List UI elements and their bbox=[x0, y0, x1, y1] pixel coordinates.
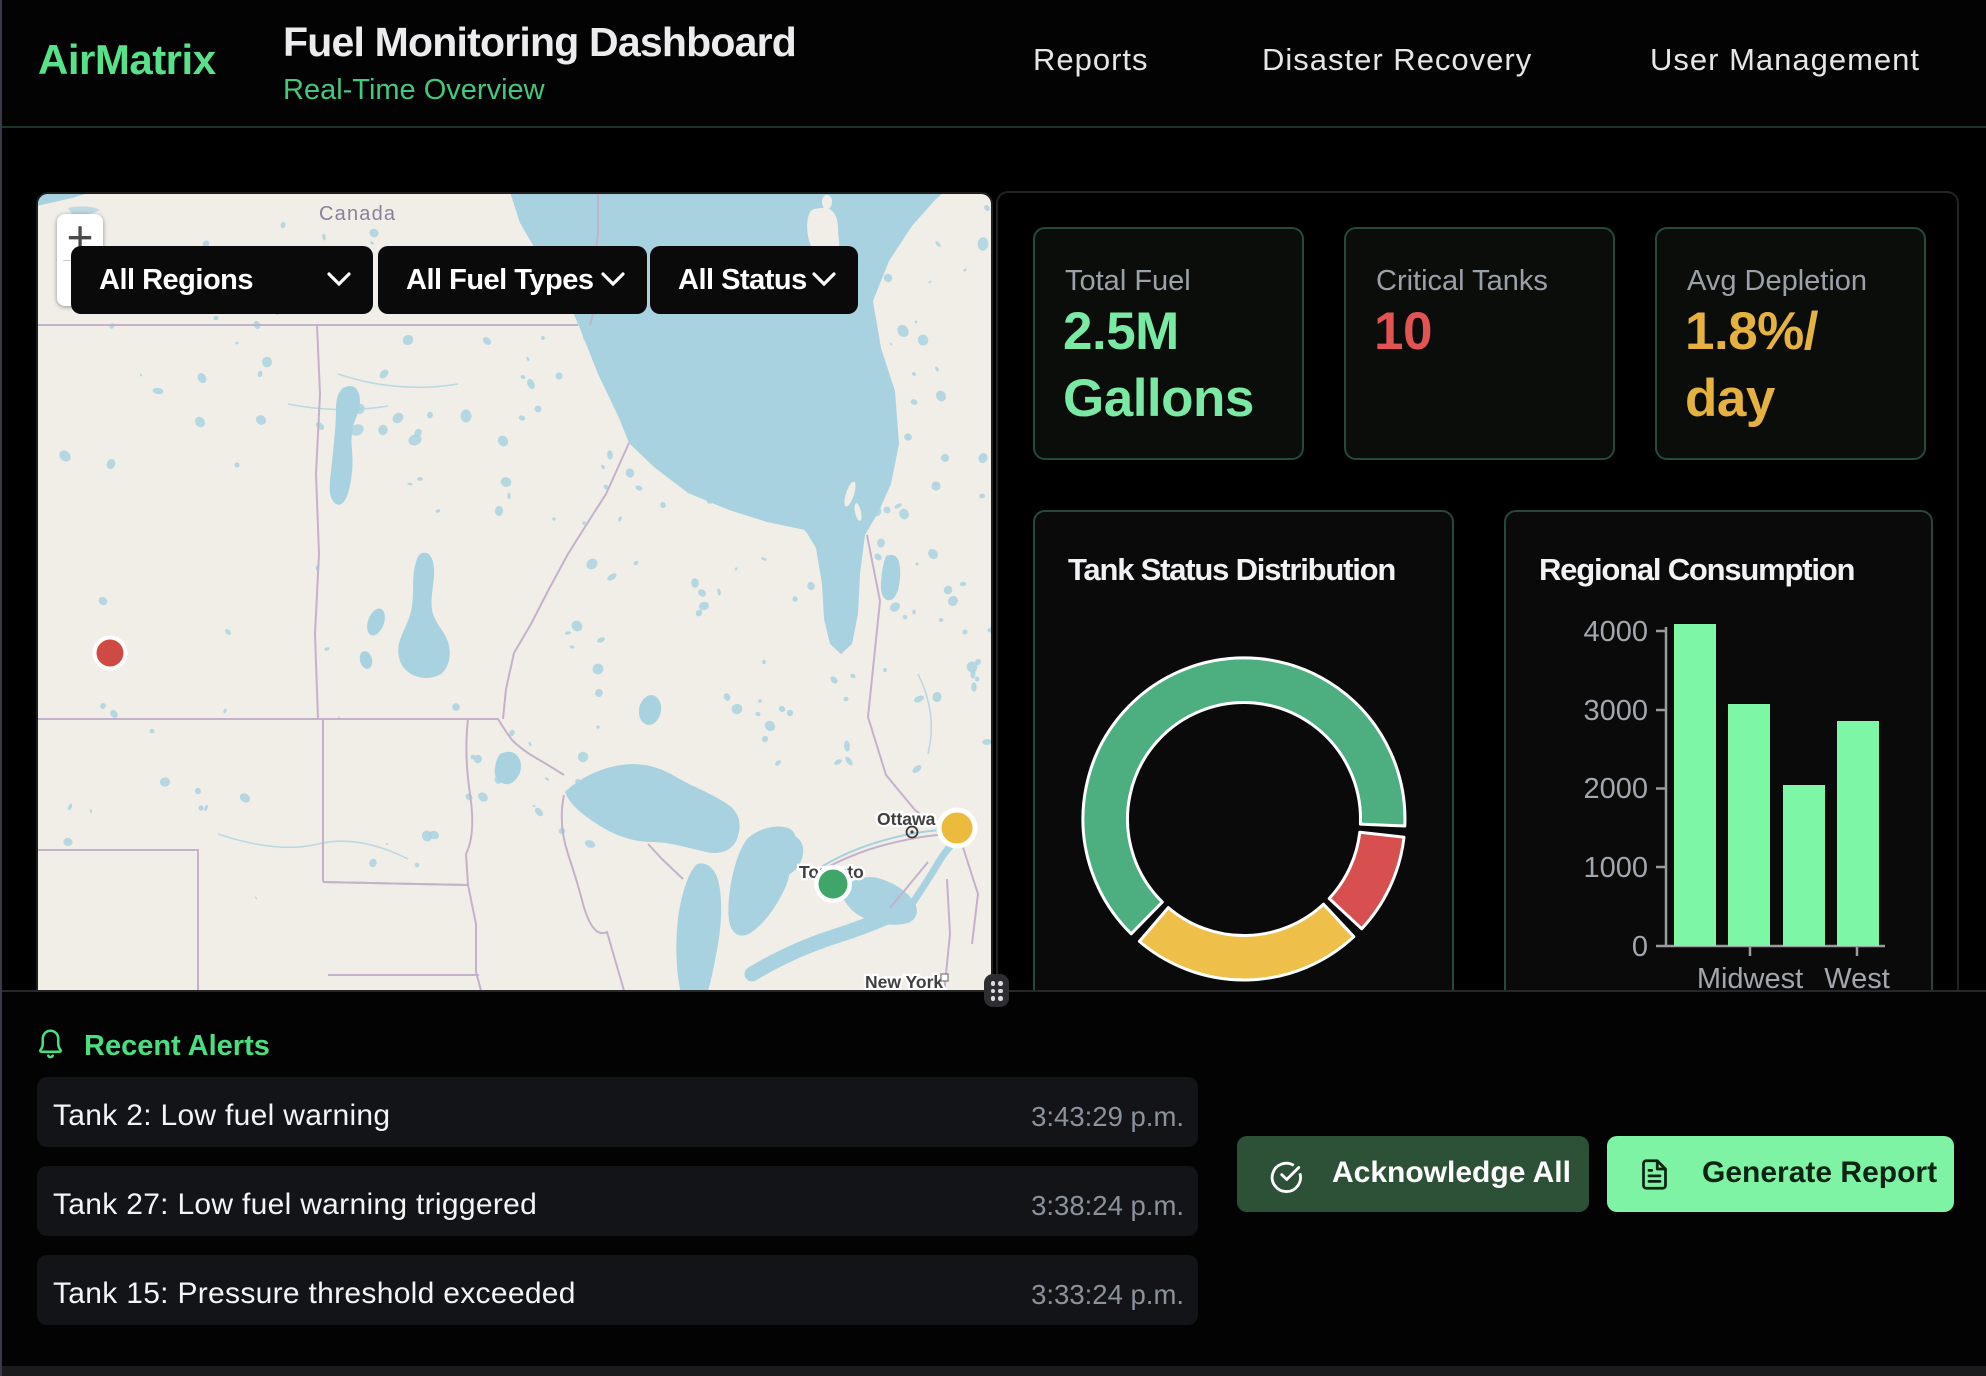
svg-text:New York: New York bbox=[865, 972, 943, 990]
svg-text:2000: 2000 bbox=[1583, 773, 1648, 805]
svg-text:1000: 1000 bbox=[1583, 852, 1648, 884]
svg-text:3000: 3000 bbox=[1583, 695, 1648, 727]
svg-text:Ottawa: Ottawa bbox=[877, 809, 936, 829]
svg-text:Canada: Canada bbox=[319, 203, 396, 225]
svg-text:0: 0 bbox=[1632, 931, 1648, 963]
svg-text:4000: 4000 bbox=[1583, 616, 1648, 648]
